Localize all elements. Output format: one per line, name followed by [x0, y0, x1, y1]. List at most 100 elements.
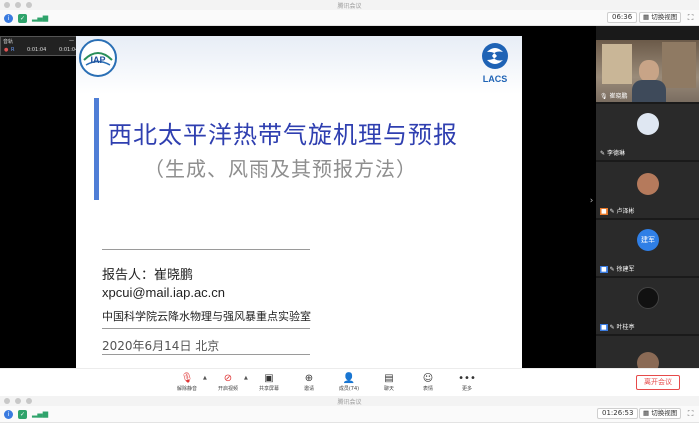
unmute-button[interactable]: 🎙 解除静音: [174, 372, 200, 392]
chat-icon: ▤: [384, 373, 394, 384]
slide-divider-mid: [102, 328, 310, 329]
second-window-titlebar: 腾讯会议: [0, 396, 699, 406]
meeting-timer: 01:26:53: [597, 408, 639, 419]
record-dot-icon[interactable]: ●: [4, 47, 8, 53]
mic-icon: 🎙: [600, 93, 608, 100]
share-screen-button[interactable]: ▣ 共享屏幕: [256, 372, 282, 392]
emoji-button[interactable]: ☺ 表情: [415, 372, 441, 392]
emoji-label: 表情: [422, 386, 433, 392]
participant-name: 徐建军: [616, 266, 635, 273]
video-background: [602, 44, 632, 84]
start-video-label: 开启视频: [217, 386, 238, 392]
record-r-icon: R: [11, 47, 15, 53]
fullscreen-icon[interactable]: ⛶: [686, 409, 695, 418]
mic-muted-icon: ✎: [609, 266, 615, 273]
participant-name: 崔晓鹏: [609, 93, 628, 100]
shield-icon[interactable]: ✓: [18, 14, 27, 23]
meeting-toolbar: 🎙 解除静音 ▲ ⊘ 开启视频 ▲ ▣ 共享屏幕 ⊕ 邀请 👤 成员(74) ▤…: [0, 368, 699, 396]
meeting-timer: 06:36: [607, 12, 638, 23]
participant-name-tag: 🎙 崔晓鹏: [600, 91, 628, 100]
slide-date-place: 2020年6月14日 北京: [102, 339, 220, 353]
emoji-icon: ☺: [422, 373, 434, 384]
start-video-button[interactable]: ⊘ 开启视频: [215, 372, 241, 392]
slide-reporter: 报告人：崔晓鹏: [102, 268, 194, 283]
invite-button[interactable]: ⊕ 邀请: [296, 372, 322, 392]
video-shelf: [662, 42, 696, 88]
audio-recorder-widget[interactable]: 音轨 — ✕ ● R 0:01:04 0:01:04: [0, 36, 88, 56]
slide-accent-bar: [94, 98, 99, 200]
unmute-label: 解除静音: [176, 386, 197, 392]
lacs-logo-text: LACS: [483, 74, 508, 84]
participant-name: 卢泽彬: [616, 208, 635, 215]
members-button[interactable]: 👤 成员(74): [336, 372, 362, 392]
switch-view-label: 切换视图: [651, 409, 678, 417]
participant-tile[interactable]: ■ ✎ 叶桂亭: [596, 278, 699, 334]
info-icon[interactable]: i: [4, 14, 13, 23]
info-icon[interactable]: i: [4, 410, 13, 419]
meeting-statusbar: i ✓ ▂▄▆ 01:26:53 ▦ 切换视图 ⛶: [0, 406, 699, 423]
recorder-current-time: 0:01:04: [27, 47, 47, 53]
slide-title: 西北太平洋热带气旋机理与预报: [108, 121, 458, 149]
fullscreen-icon[interactable]: ⛶: [686, 13, 695, 22]
chat-label: 聊天: [383, 386, 394, 392]
invite-icon: ⊕: [304, 373, 314, 384]
mic-muted-icon: ✎: [609, 324, 615, 331]
grid-icon: ▦: [643, 409, 650, 417]
window-title: 腾讯会议: [337, 399, 362, 406]
avatar: [637, 287, 659, 309]
slide-affiliation: 中国科学院云降水物理与强风暴重点实验室: [102, 310, 311, 323]
person-face: [639, 60, 659, 82]
participant-tile[interactable]: ■ ✎ 卢泽彬: [596, 162, 699, 218]
collapse-panel-chevron-icon[interactable]: ›: [587, 195, 596, 207]
slide-header-band: [76, 36, 522, 94]
host-badge-icon: ■: [600, 208, 608, 215]
participant-name-tag: ■ ✎ 徐建军: [600, 264, 635, 273]
participant-name-tag: ✎ 李德琳: [600, 148, 625, 157]
camera-off-icon: ⊘: [223, 373, 233, 384]
audio-options-chevron-icon[interactable]: ▲: [203, 375, 207, 381]
lacs-logo: LACS: [482, 43, 508, 84]
participant-video-tile[interactable]: 🎙 崔晓鹏: [596, 40, 699, 102]
participant-name-tag: ■ ✎ 叶桂亭: [600, 322, 635, 331]
meeting-statusbar: i ✓ ▂▄▆ 06:36 ▦ 切换视图 ⛶: [0, 10, 699, 26]
participant-tile[interactable]: 建军 ■ ✎ 徐建军: [596, 220, 699, 276]
recorder-label: 音轨: [3, 39, 14, 45]
user-badge-icon: ■: [600, 324, 608, 331]
video-options-chevron-icon[interactable]: ▲: [244, 375, 248, 381]
switch-view-button[interactable]: ▦ 切换视图: [639, 12, 682, 23]
participants-panel: 🎙 崔晓鹏 ✎ 李德琳 ■ ✎ 卢泽彬 建军 ■ ✎ 徐建军 ■ ✎ 叶桂亭: [596, 26, 699, 374]
participant-tile[interactable]: [596, 336, 699, 374]
participant-name: 李德琳: [606, 150, 625, 157]
switch-view-label: 切换视图: [651, 13, 678, 21]
slide-email: xpcui@mail.iap.ac.cn: [102, 285, 226, 300]
chat-button[interactable]: ▤ 聊天: [376, 372, 402, 392]
more-label: 更多: [461, 386, 472, 392]
signal-icon: ▂▄▆: [32, 410, 49, 418]
iap-logo: IAP: [79, 39, 117, 77]
participant-name: 叶桂亭: [616, 324, 635, 331]
shield-icon[interactable]: ✓: [18, 410, 27, 419]
members-icon: 👤: [342, 373, 356, 384]
avatar: [637, 173, 659, 195]
mic-off-icon: 🎙: [180, 373, 194, 384]
switch-view-button[interactable]: ▦ 切换视图: [639, 408, 682, 419]
share-screen-label: 共享屏幕: [258, 386, 279, 392]
slide-divider-bottom: [102, 354, 310, 355]
avatar: [637, 113, 659, 135]
avatar: 建军: [637, 229, 659, 251]
user-badge-icon: ■: [600, 266, 608, 273]
leave-meeting-button[interactable]: 离开会议: [636, 375, 680, 390]
members-label: 成员(74): [338, 386, 360, 392]
participant-tile[interactable]: ✎ 李德琳: [596, 104, 699, 160]
more-button[interactable]: ••• 更多: [454, 372, 480, 392]
more-icon: •••: [458, 373, 476, 384]
mic-muted-icon: ✎: [609, 208, 615, 215]
slide-subtitle: （生成、风雨及其预报方法）: [144, 157, 417, 181]
person-body: [632, 80, 666, 102]
grid-icon: ▦: [643, 13, 650, 21]
presentation-slide: IAP LACS 西北太平洋热带气旋机理与预报 （生成、风雨及其预报方法） 报告…: [76, 36, 522, 368]
window-titlebar: 腾讯会议: [0, 0, 699, 10]
share-screen-icon: ▣: [264, 373, 274, 384]
shared-screen: 音轨 — ✕ ● R 0:01:04 0:01:04 IAP LACS 西北太平…: [0, 26, 596, 368]
window-title: 腾讯会议: [337, 3, 362, 10]
